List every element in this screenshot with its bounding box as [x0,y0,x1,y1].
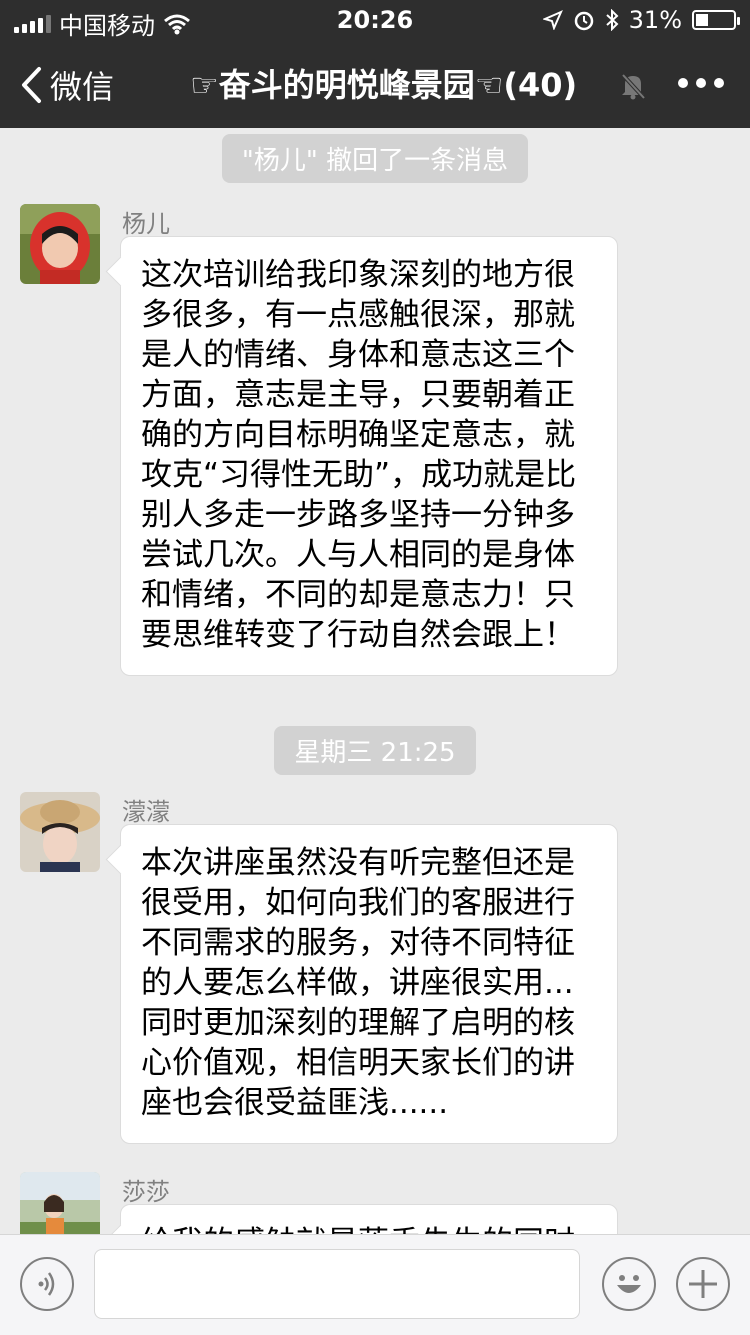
message-line: 座也会很受益匪浅...... [141,1085,449,1121]
message-line: 给我的感触就是莲香先生的同时 [141,1223,595,1234]
plus-icon [689,1270,717,1298]
message-bubble[interactable]: 本次讲座虽然没有听完整但还是 很受用，如何向我们的客服进行 不同需求的服务，对待… [120,824,618,1144]
message-line: 和情绪，不同的却是意志力！只 [141,577,575,613]
bluetooth-icon [605,9,619,31]
message-bubble[interactable]: 这次培训给我印象深刻的地方很 多很多，有一点感触很深，那就 是人的情绪、身体和意… [120,236,618,676]
back-label: 微信 [50,68,115,106]
message-line: 很受用，如何向我们的客服进行 [141,885,575,921]
battery-percent: 31% [628,6,682,34]
nav-bar: 微信 ☞奋斗的明悦峰景园☜(40) [0,40,750,128]
message-line: 是人的情绪、身体和意志这三个 [141,337,575,373]
message-line: 方面，意志是主导，只要朝着正 [141,377,575,413]
message-line: 确的方向目标明确坚定意志，就 [141,417,575,453]
avatar[interactable] [20,204,100,284]
message-line: 不同需求的服务，对待不同特征 [141,925,575,961]
dot-icon [696,78,706,88]
timestamp: 星期三 21:25 [0,726,750,775]
message-line: 这次培训给我印象深刻的地方很 [141,257,575,293]
sender-name: 杨儿 [122,210,170,238]
message-line: 本次讲座虽然没有听完整但还是 [141,845,575,881]
message-line: 心价值观，相信明天家长们的讲 [141,1045,575,1081]
chat-title: ☞奋斗的明悦峰景园☜(40) [190,66,578,104]
location-arrow-icon [542,10,563,30]
avatar-image [20,792,100,872]
sender-name: 莎莎 [122,1178,170,1206]
voice-button[interactable] [20,1257,74,1311]
mute-bell-icon [621,73,646,100]
message-input[interactable] [94,1249,580,1319]
back-button[interactable]: 微信 [20,62,114,108]
voice-icon [38,1272,55,1296]
alarm-icon [574,11,593,31]
dot-icon [678,78,688,88]
emoji-button[interactable] [602,1257,656,1311]
input-bar [0,1234,750,1335]
message-line: 尝试几次。人与人相同的是身体 [141,537,575,573]
message-line: 多很多，有一点感触很深，那就 [141,297,575,333]
message-line: 要思维转变了行动自然会跟上！ [141,617,575,653]
status-bar: 中国移动 20:26 31% [0,0,750,40]
plus-button[interactable] [676,1257,730,1311]
top-bar: 中国移动 20:26 31% 微信 ☞奋斗的明悦峰景园☜(40) [0,0,750,128]
message-line: 的人要怎么样做，讲座很实用... [141,965,574,1001]
avatar-image [20,204,100,284]
avatar[interactable] [20,1172,100,1234]
dot-icon [714,78,724,88]
message-line: 同时更加深刻的理解了启明的核 [141,1005,575,1041]
avatar[interactable] [20,792,100,872]
message-line: 攻克“习得性无助”，成功就是比 [141,457,577,493]
battery-icon [692,10,740,30]
avatar-image [20,1172,100,1234]
recall-notice: "杨儿" 撤回了一条消息 [0,134,750,183]
chevron-left-icon [22,67,41,103]
chat-area[interactable]: "杨儿" 撤回了一条消息 杨儿 这次培训给我印象深刻的地方很 多很多，有一点感触… [0,128,750,1234]
message-line: 别人多走一步路多坚持一分钟多 [141,497,575,533]
more-options-button[interactable] [678,78,724,88]
sender-name: 濛濛 [122,798,170,826]
message-bubble[interactable]: 给我的感触就是莲香先生的同时 [120,1204,618,1234]
emoji-icon [617,1275,641,1293]
